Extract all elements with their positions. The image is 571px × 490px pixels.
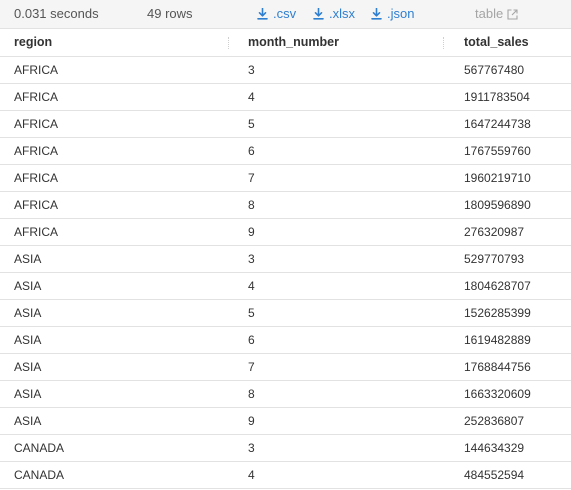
table-row[interactable]: AFRICA 3 567767480 (0, 57, 571, 84)
cell-total-sales: 144634329 (464, 441, 525, 455)
table-row[interactable]: ASIA 6 1619482889 (0, 327, 571, 354)
cell-region: AFRICA (14, 225, 59, 239)
table-row[interactable]: ASIA 5 1526285399 (0, 300, 571, 327)
cell-region: CANADA (14, 468, 65, 482)
cell-month-number: 4 (248, 90, 255, 104)
cell-total-sales: 1768844756 (464, 360, 531, 374)
cell-total-sales: 1647244738 (464, 117, 531, 131)
cell-month-number: 8 (248, 198, 255, 212)
column-header-month-number[interactable]: month_number (248, 29, 339, 56)
cell-total-sales: 1960219710 (464, 171, 531, 185)
cell-month-number: 6 (248, 333, 255, 347)
table-row[interactable]: AFRICA 9 276320987 (0, 219, 571, 246)
table-body: AFRICA 3 567767480 AFRICA 4 1911783504 AFRICA 5… (0, 57, 571, 489)
table-row[interactable]: AFRICA 6 1767559760 (0, 138, 571, 165)
cell-region: AFRICA (14, 117, 59, 131)
cell-region: ASIA (14, 279, 42, 293)
external-link-icon (507, 8, 518, 20)
cell-month-number: 3 (248, 441, 255, 455)
cell-region: AFRICA (14, 90, 59, 104)
cell-month-number: 4 (248, 279, 255, 293)
cell-month-number: 4 (248, 468, 255, 482)
cell-month-number: 3 (248, 63, 255, 77)
cell-region: AFRICA (14, 198, 59, 212)
table-row[interactable]: CANADA 3 144634329 (0, 435, 571, 462)
cell-month-number: 7 (248, 171, 255, 185)
cell-region: ASIA (14, 306, 42, 320)
cell-region: AFRICA (14, 171, 59, 185)
column-header-total-sales[interactable]: total_sales (464, 29, 529, 56)
results-table: region month_number total_sales AFRICA 3 5… (0, 29, 571, 489)
csv-label: .csv (273, 6, 297, 21)
cell-total-sales: 1809596890 (464, 198, 531, 212)
column-header-region[interactable]: region (14, 29, 52, 56)
open-table-link[interactable]: table (475, 7, 518, 21)
cell-total-sales: 1526285399 (464, 306, 531, 320)
table-label: table (475, 6, 504, 21)
cell-month-number: 3 (248, 252, 255, 266)
cell-total-sales: 1619482889 (464, 333, 531, 347)
cell-total-sales: 484552594 (464, 468, 525, 482)
results-toolbar: 0.031 seconds 49 rows .csv .xlsx .json t… (0, 0, 571, 29)
table-row[interactable]: AFRICA 4 1911783504 (0, 84, 571, 111)
query-time: 0.031 seconds (14, 6, 99, 21)
cell-region: AFRICA (14, 144, 59, 158)
cell-region: ASIA (14, 414, 42, 428)
cell-month-number: 9 (248, 414, 255, 428)
cell-region: ASIA (14, 360, 42, 374)
cell-total-sales: 1911783504 (464, 90, 530, 104)
json-label: .json (387, 6, 415, 21)
cell-region: ASIA (14, 333, 42, 347)
table-row[interactable]: CANADA 4 484552594 (0, 462, 571, 489)
cell-total-sales: 1767559760 (464, 144, 531, 158)
download-xlsx-link[interactable]: .xlsx (313, 7, 355, 21)
cell-month-number: 5 (248, 306, 255, 320)
column-resize-handle[interactable] (228, 37, 229, 49)
table-row[interactable]: ASIA 3 529770793 (0, 246, 571, 273)
table-row[interactable]: ASIA 4 1804628707 (0, 273, 571, 300)
cell-total-sales: 567767480 (464, 63, 525, 77)
cell-total-sales: 1663320609 (464, 387, 531, 401)
table-row[interactable]: ASIA 7 1768844756 (0, 354, 571, 381)
cell-region: CANADA (14, 441, 65, 455)
cell-total-sales: 1804628707 (464, 279, 531, 293)
row-count: 49 rows (147, 6, 193, 21)
download-json-link[interactable]: .json (371, 7, 414, 21)
results-panel: 0.031 seconds 49 rows .csv .xlsx .json t… (0, 0, 571, 490)
cell-total-sales: 252836807 (464, 414, 525, 428)
table-header: region month_number total_sales (0, 29, 571, 57)
download-csv-link[interactable]: .csv (257, 7, 296, 21)
cell-total-sales: 529770793 (464, 252, 525, 266)
download-icon (257, 8, 268, 20)
table-row[interactable]: ASIA 8 1663320609 (0, 381, 571, 408)
table-row[interactable]: AFRICA 7 1960219710 (0, 165, 571, 192)
cell-region: ASIA (14, 387, 42, 401)
cell-month-number: 9 (248, 225, 255, 239)
cell-month-number: 7 (248, 360, 255, 374)
table-row[interactable]: AFRICA 5 1647244738 (0, 111, 571, 138)
download-icon (313, 8, 324, 20)
xlsx-label: .xlsx (329, 6, 355, 21)
cell-month-number: 5 (248, 117, 255, 131)
column-resize-handle[interactable] (443, 37, 444, 49)
table-row[interactable]: AFRICA 8 1809596890 (0, 192, 571, 219)
cell-month-number: 6 (248, 144, 255, 158)
cell-region: ASIA (14, 252, 42, 266)
cell-region: AFRICA (14, 63, 59, 77)
cell-total-sales: 276320987 (464, 225, 525, 239)
cell-month-number: 8 (248, 387, 255, 401)
table-row[interactable]: ASIA 9 252836807 (0, 408, 571, 435)
download-icon (371, 8, 382, 20)
